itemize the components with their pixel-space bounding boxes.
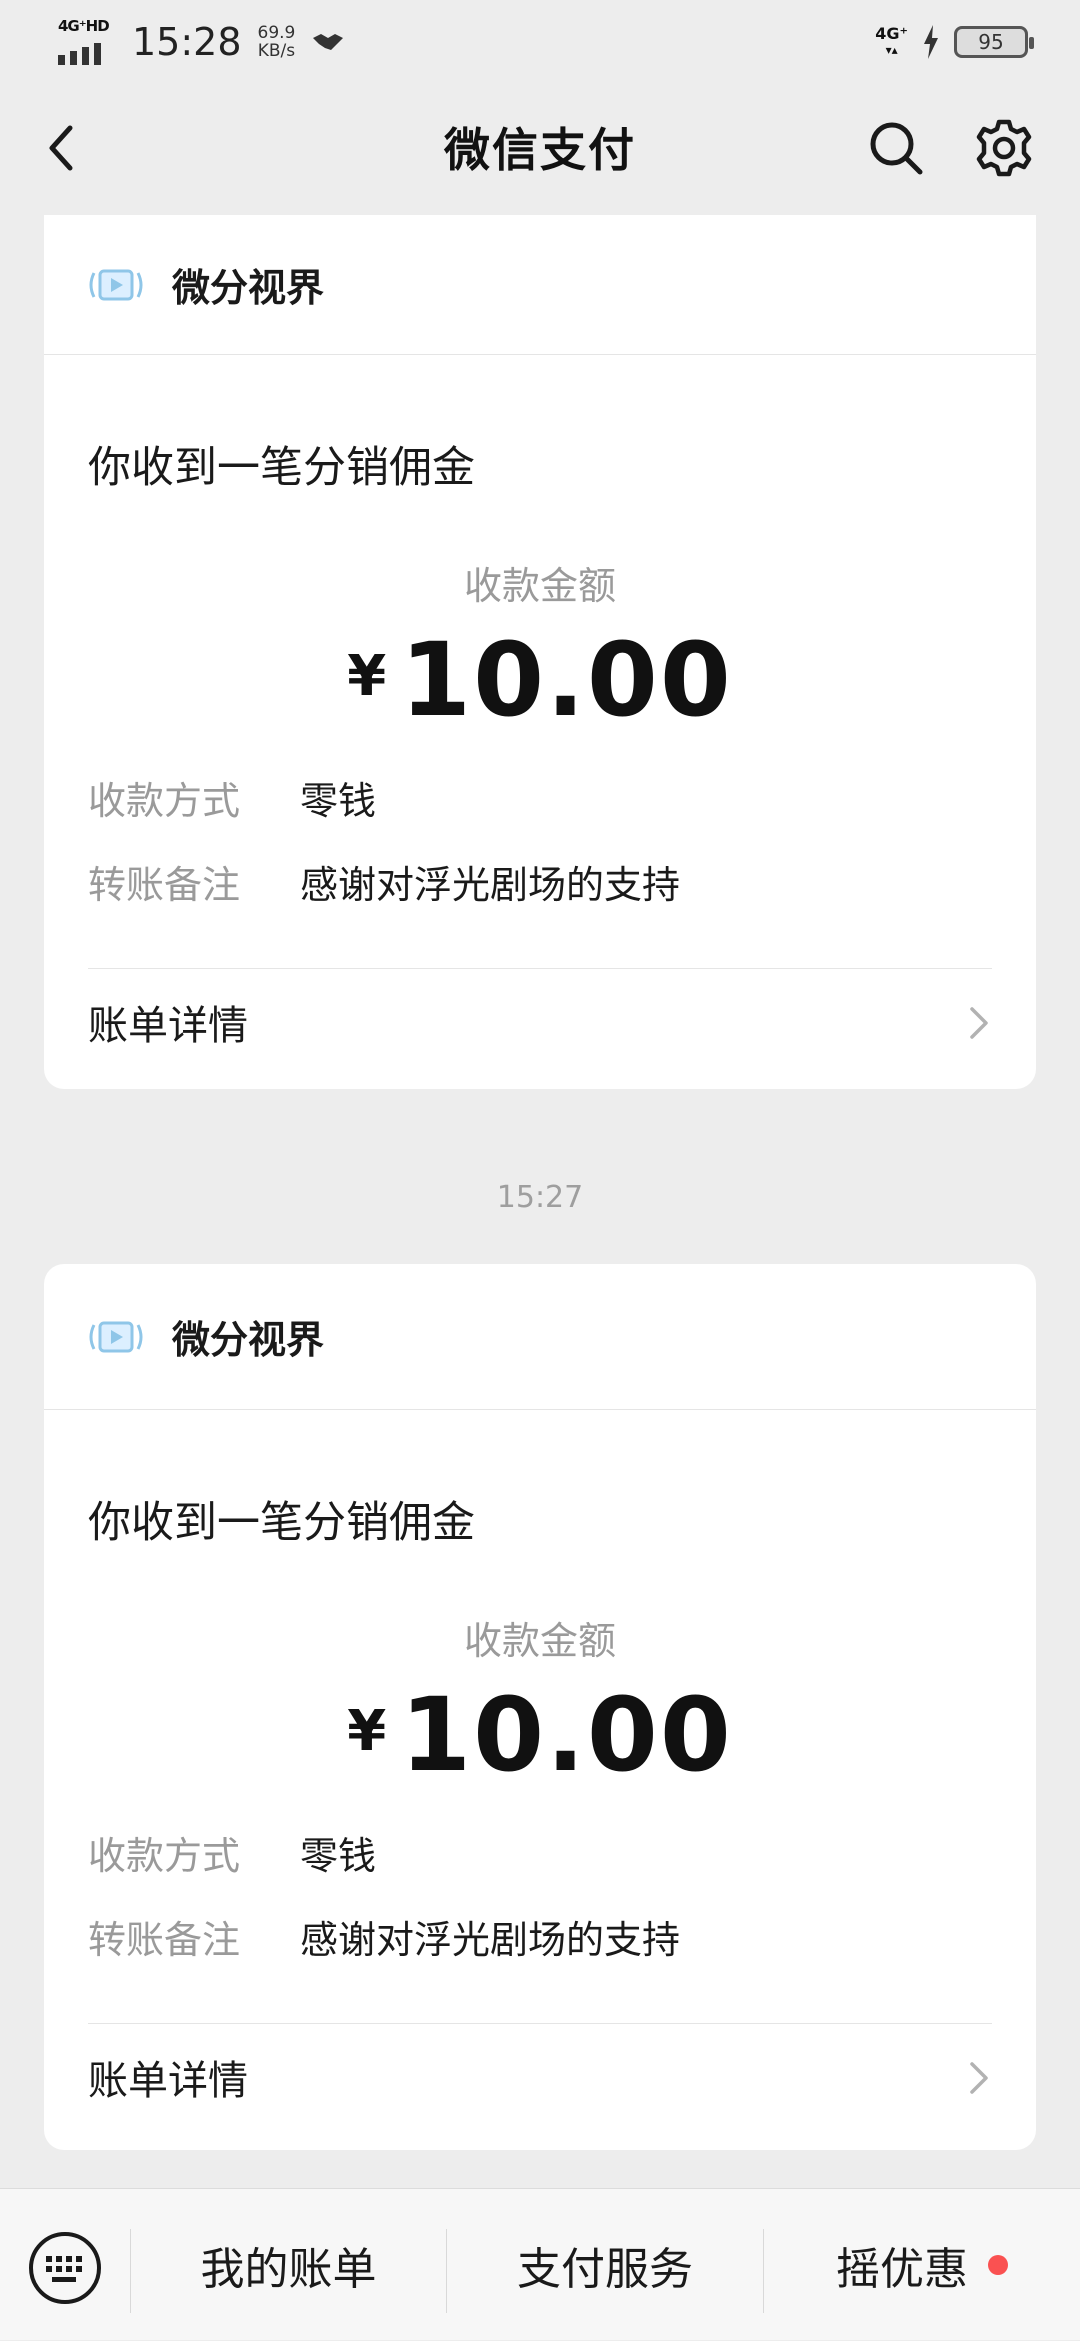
payment-method-row: 收款方式 零钱 — [88, 1819, 992, 1885]
network-type-label: 4G⁺HD — [58, 17, 110, 35]
payment-method-label: 收款方式 — [88, 778, 241, 823]
notification-dot — [988, 2255, 1008, 2275]
transfer-note-row: 转账备注 感谢对浮光剧场的支持 — [88, 1903, 992, 1969]
payment-message-card: 微分视界 你收到一笔分销佣金 收款金额 ¥ 10.00 收款方式 零钱 转账备注… — [44, 1264, 1036, 2150]
chevron-right-icon — [970, 1007, 988, 1039]
merchant-name: 微分视界 — [172, 1318, 325, 1362]
transfer-note-value: 感谢对浮光剧场的支持 — [300, 862, 681, 907]
network-speed-value: 69.9 — [257, 23, 296, 43]
handshake-icon — [313, 34, 344, 50]
message-title: 你收到一笔分销佣金 — [88, 443, 475, 493]
battery-level: 95 — [978, 30, 1004, 54]
payment-method-label: 收款方式 — [88, 1833, 241, 1878]
amount: ¥ 10.00 — [88, 1681, 992, 1801]
tab-payment-services-label: 支付服务 — [517, 2244, 693, 2295]
tab-my-bills-label: 我的账单 — [200, 2244, 377, 2295]
mobile-data-indicator: 4G⁺ ▾▴ — [875, 24, 908, 58]
currency-symbol: ¥ — [347, 644, 387, 709]
battery-icon: 95 — [954, 26, 1034, 58]
mobile-data-label: 4G⁺ — [875, 24, 908, 43]
transfer-note-row: 转账备注 感谢对浮光剧场的支持 — [88, 848, 992, 914]
chevron-right-icon — [970, 2062, 988, 2094]
transfer-note-label: 转账备注 — [88, 1917, 241, 1962]
bill-details-link[interactable]: 账单详情 — [88, 2024, 992, 2130]
transfer-note-label: 转账备注 — [88, 862, 241, 907]
transfer-note-value: 感谢对浮光剧场的支持 — [300, 1917, 681, 1962]
amount: ¥ 10.00 — [88, 626, 992, 746]
status-time: 15:28 — [132, 20, 242, 64]
search-icon[interactable] — [866, 118, 926, 178]
tab-shake-offers-label: 摇优惠 — [836, 2244, 968, 2295]
amount-value: 10.00 — [400, 1676, 733, 1795]
bill-details-label: 账单详情 — [88, 1003, 248, 1049]
page-title: 微信支付 — [444, 123, 636, 177]
merchant-name: 微分视界 — [172, 266, 325, 310]
network-speed: 69.9 KB/s — [258, 24, 296, 60]
currency-symbol: ¥ — [347, 1699, 387, 1764]
payment-method-value: 零钱 — [300, 778, 377, 823]
card-header: 微分视界 — [44, 215, 1036, 355]
bill-details-label: 账单详情 — [88, 2058, 248, 2104]
gear-icon[interactable] — [972, 116, 1036, 180]
payment-method-row: 收款方式 零钱 — [88, 764, 992, 830]
network-speed-unit: KB/s — [257, 41, 296, 61]
bill-details-link[interactable]: 账单详情 — [88, 969, 992, 1075]
amount-label: 收款金额 — [463, 1619, 616, 1663]
amount-value: 10.00 — [400, 621, 733, 740]
keyboard-icon[interactable] — [26, 2229, 104, 2307]
amount-label: 收款金额 — [463, 564, 616, 608]
charging-icon — [924, 25, 938, 59]
tab-shake-offers[interactable]: 摇优惠 — [764, 2189, 1080, 2341]
tab-my-bills[interactable]: 我的账单 — [131, 2189, 446, 2341]
navigation-bar: 微信支付 — [0, 84, 1080, 210]
video-play-icon — [89, 1321, 143, 1352]
status-bar: 4G⁺HD 15:28 69.9 KB/s 4G⁺ ▾▴ 95 — [0, 0, 1080, 84]
message-timestamp: 15:27 — [496, 1180, 584, 1215]
video-play-icon — [89, 269, 143, 300]
payment-method-value: 零钱 — [300, 1833, 377, 1878]
bottom-menu-bar: 我的账单 支付服务 摇优惠 — [0, 2188, 1080, 2340]
tab-payment-services[interactable]: 支付服务 — [447, 2189, 763, 2341]
payment-message-card: 微分视界 你收到一笔分销佣金 收款金额 ¥ 10.00 收款方式 零钱 转账备注… — [44, 215, 1036, 1089]
card-header: 微分视界 — [44, 1264, 1036, 1410]
back-icon[interactable] — [36, 118, 92, 178]
cellular-signal-icon: 4G⁺HD — [58, 17, 116, 67]
message-title: 你收到一笔分销佣金 — [88, 1498, 475, 1548]
